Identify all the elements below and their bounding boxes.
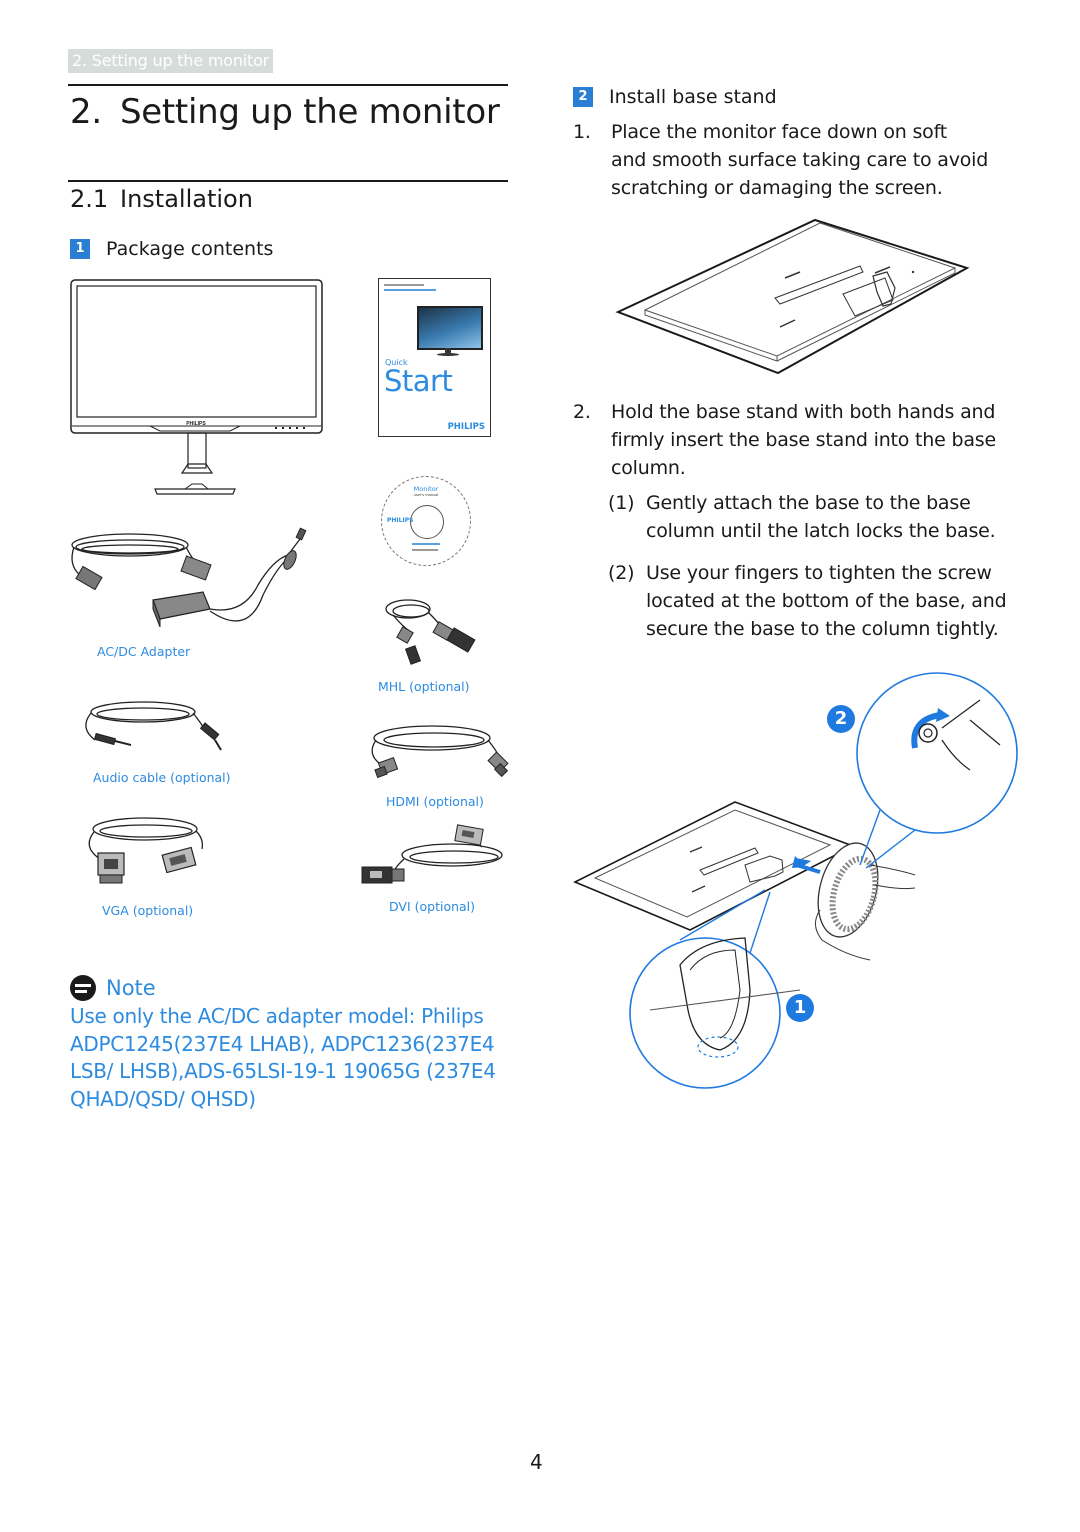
substep-line: located at the bottom of the base, and — [646, 590, 1007, 612]
substep-marker: (1) — [608, 492, 635, 514]
chapter-number: 2. — [70, 92, 102, 132]
instruction-line: Place the monitor face down on soft — [611, 121, 948, 143]
substep-1: (1) Gently attach the base to the base c… — [608, 489, 1028, 545]
caption-audio-cable: Audio cable (optional) — [93, 770, 231, 785]
caption-hdmi: HDMI (optional) — [386, 794, 484, 809]
step2-title: Install base stand — [609, 86, 777, 108]
page-number: 4 — [530, 1450, 543, 1474]
monitor-face-down-illustration — [615, 218, 970, 375]
step1-title: Package contents — [106, 238, 274, 260]
note-icon — [70, 975, 96, 1001]
substep-2: (2) Use your fingers to tighten the scre… — [608, 559, 1028, 643]
substep-line: secure the base to the column tightly. — [646, 618, 999, 640]
step2-heading: 2 Install base stand — [573, 85, 777, 109]
caption-vga: VGA (optional) — [102, 903, 194, 918]
booklet-brand: PHILIPS — [447, 422, 485, 432]
section-heading: 2.1 Installation — [70, 183, 253, 215]
note-body: Use only the AC/DC adapter model: Philip… — [70, 1003, 510, 1113]
note-line: LSB/ LHSB),ADS-65LSI-19-1 19065G (237E4 — [70, 1059, 496, 1083]
acdc-adapter-illustration — [71, 527, 307, 628]
chapter-top-rule — [68, 84, 508, 86]
vga-cable-illustration — [88, 817, 204, 884]
quick-start-booklet: Quick Start PHILIPS — [378, 278, 491, 437]
instruction-line: firmly insert the base stand into the ba… — [611, 429, 996, 451]
step2-badge: 2 — [573, 87, 593, 107]
section-title: Installation — [120, 185, 253, 213]
note-title: Note — [106, 976, 156, 1000]
substep-line: Gently attach the base to the base — [646, 492, 971, 514]
substep-marker: (2) — [608, 562, 635, 584]
note-line: QHAD/QSD/ QHSD) — [70, 1086, 256, 1111]
instruction-marker: 2. — [573, 401, 591, 423]
hdmi-cable-illustration — [371, 725, 509, 779]
booklet-start: Start — [384, 364, 453, 398]
caption-acdc-adapter: AC/DC Adapter — [97, 644, 191, 659]
callout-2-badge: 2 — [827, 705, 855, 733]
instruction-1: 1. Place the monitor face down on soft a… — [573, 118, 1013, 202]
instruction-line: and smooth surface taking care to avoid — [611, 149, 989, 171]
user-manual-cd: Monitor user's manual PHILIPS — [381, 476, 471, 566]
booklet-monitor-photo — [417, 306, 483, 350]
instruction-line: scratching or damaging the screen. — [611, 177, 943, 199]
audio-cable-illustration — [85, 701, 222, 751]
mhl-cable-illustration — [385, 599, 476, 665]
note-line: ADPC1245(237E4 LHAB), ADPC1236(237E4 — [70, 1031, 495, 1056]
monitor-brand: PHILIPS — [186, 421, 206, 427]
step1-badge: 1 — [70, 239, 90, 259]
substep-line: Use your fingers to tighten the screw — [646, 562, 992, 584]
cd-brand: PHILIPS — [387, 517, 414, 524]
dvi-cable-illustration — [361, 824, 503, 884]
section-top-rule — [68, 180, 508, 182]
instruction-line: Hold the base stand with both hands and — [611, 401, 996, 423]
monitor-illustration: PHILIPS — [70, 279, 323, 495]
instruction-marker: 1. — [573, 121, 591, 143]
callout-1-badge: 1 — [786, 994, 814, 1022]
instruction-2: 2. Hold the base stand with both hands a… — [573, 398, 1013, 482]
running-header: 2. Setting up the monitor — [68, 49, 274, 73]
cd-subtitle: user's manual — [413, 493, 439, 497]
caption-mhl: MHL (optional) — [378, 679, 470, 694]
chapter-heading: 2. Setting up the monitor — [70, 90, 500, 134]
substep-line: column until the latch locks the base. — [646, 520, 996, 542]
caption-dvi: DVI (optional) — [389, 899, 476, 914]
instruction-line: column. — [611, 457, 686, 479]
step1-heading: 1 Package contents — [70, 237, 273, 261]
note-line: Use only the AC/DC adapter model: Philip… — [70, 1004, 484, 1028]
chapter-title: Setting up the monitor — [120, 92, 500, 132]
cd-title: Monitor — [413, 485, 439, 493]
section-number: 2.1 — [70, 185, 109, 213]
cd-hole — [410, 505, 444, 539]
note-heading: Note — [70, 975, 156, 1001]
